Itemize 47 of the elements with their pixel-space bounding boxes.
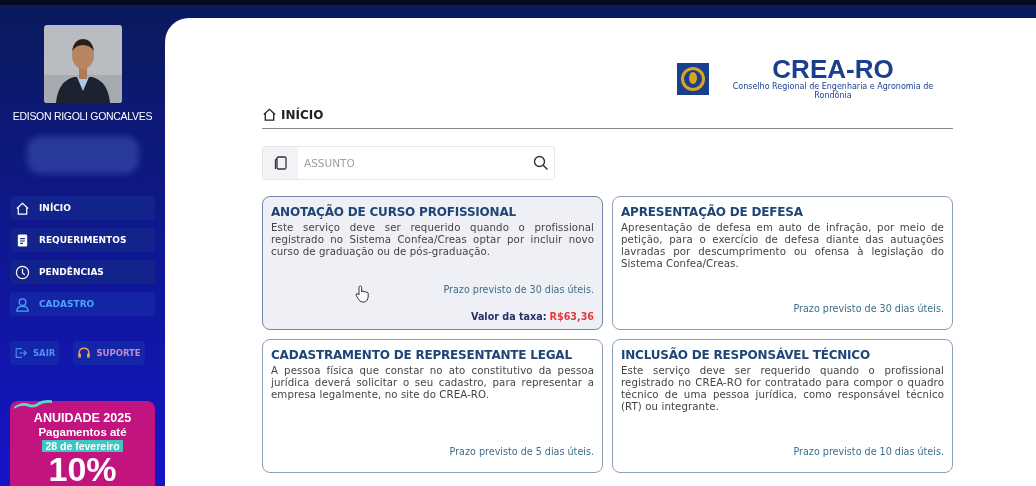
home-icon (262, 107, 277, 122)
nav-item[interactable]: REQUERIMENTOS (10, 228, 155, 252)
nav-item[interactable]: INÍCIO (10, 196, 155, 220)
clock-icon (15, 264, 30, 280)
card-description: Este serviço deve ser requerido quando o profissional registrado no Sistema Confea/Creas optar por incluir novo curso de graduação ou de pós-graduação. (271, 222, 594, 258)
copy-icon (272, 155, 289, 171)
card-title: APRESENTAÇÃO DE DEFESA (621, 205, 804, 219)
promo-banner[interactable]: ANUIDADE 2025 Pagamentos até 28 de fevereiro 10% (10, 401, 155, 486)
fee-label: Valor da taxa: (471, 311, 547, 322)
home-icon (15, 200, 30, 216)
card-title: ANOTAÇÃO DE CURSO PROFISSIONAL (271, 205, 517, 219)
card-title: CADASTRAMENTO DE REPRESENTANTE LEGAL (271, 348, 573, 362)
logout-icon (14, 346, 28, 360)
document-icon (15, 232, 30, 248)
service-card[interactable] (612, 339, 953, 473)
deadline-text: Prazo previsto de 5 dias úteis. (449, 446, 594, 457)
service-card[interactable] (262, 196, 603, 330)
logout-button[interactable]: SAIR (10, 341, 60, 365)
deadline-text: Prazo previsto de 30 dias úteis. (793, 303, 944, 314)
swoosh-drawing (14, 399, 52, 409)
promo-text: Pagamentos até (38, 426, 127, 438)
card-description: Este serviço deve ser requerido quando o profissional registrado no CREA-RO for contratado para compor o quadro técnico de uma pessoa jurídica, como responsável técnico (RT) ou integrante. (621, 365, 944, 413)
user-name: EDISON RIGOLI GONCALVES (12, 110, 153, 122)
promo-title: ANUIDADE 2025 (33, 411, 132, 425)
search-input[interactable]: ASSUNTO (298, 156, 533, 170)
logo-name: CREA-RO (772, 57, 894, 81)
deadline-text: Prazo previsto de 10 dias úteis. (793, 446, 944, 457)
card-description: Apresentação de defesa em auto de infração, por meio de petição, para o exercício de defesa diante das autuações lavradas por descumprimento ou ofensa à legislação do Sistema Confea/Creas. (621, 222, 944, 270)
logo-subtitle: Conselho Regional de Engenharia e Agronomia de Rondônia (731, 82, 935, 100)
headset-icon (77, 346, 92, 360)
deadline-text: Prazo previsto de 30 dias úteis. (443, 284, 594, 295)
promo-date: 28 de fevereiro (42, 440, 123, 452)
promo-discount: 10% (48, 452, 117, 486)
page-title: INÍCIO (281, 107, 324, 122)
nav-item[interactable]: PENDÊNCIAS (10, 260, 155, 284)
nav-item[interactable]: CADASTRO (10, 292, 155, 316)
service-card[interactable] (262, 339, 603, 473)
card-description: A pessoa física que constar no ato constitutivo da pessoa jurídica deverá solicitar o seu cadastro, para representar a empresa legalmente, no site do CREA-RO. (271, 365, 594, 401)
fee-value: R$63,36 (549, 311, 594, 322)
support-button[interactable]: SUPORTE (73, 341, 145, 365)
hand-cursor-icon (355, 285, 369, 303)
user-icon (15, 296, 30, 312)
search-field[interactable]: ASSUNTO (262, 146, 555, 180)
service-card[interactable] (612, 196, 953, 330)
emblem-icon (677, 62, 709, 95)
search-icon[interactable] (533, 155, 549, 171)
card-title: INCLUSÃO DE RESPONSÁVEL TÉCNICO (621, 348, 871, 362)
